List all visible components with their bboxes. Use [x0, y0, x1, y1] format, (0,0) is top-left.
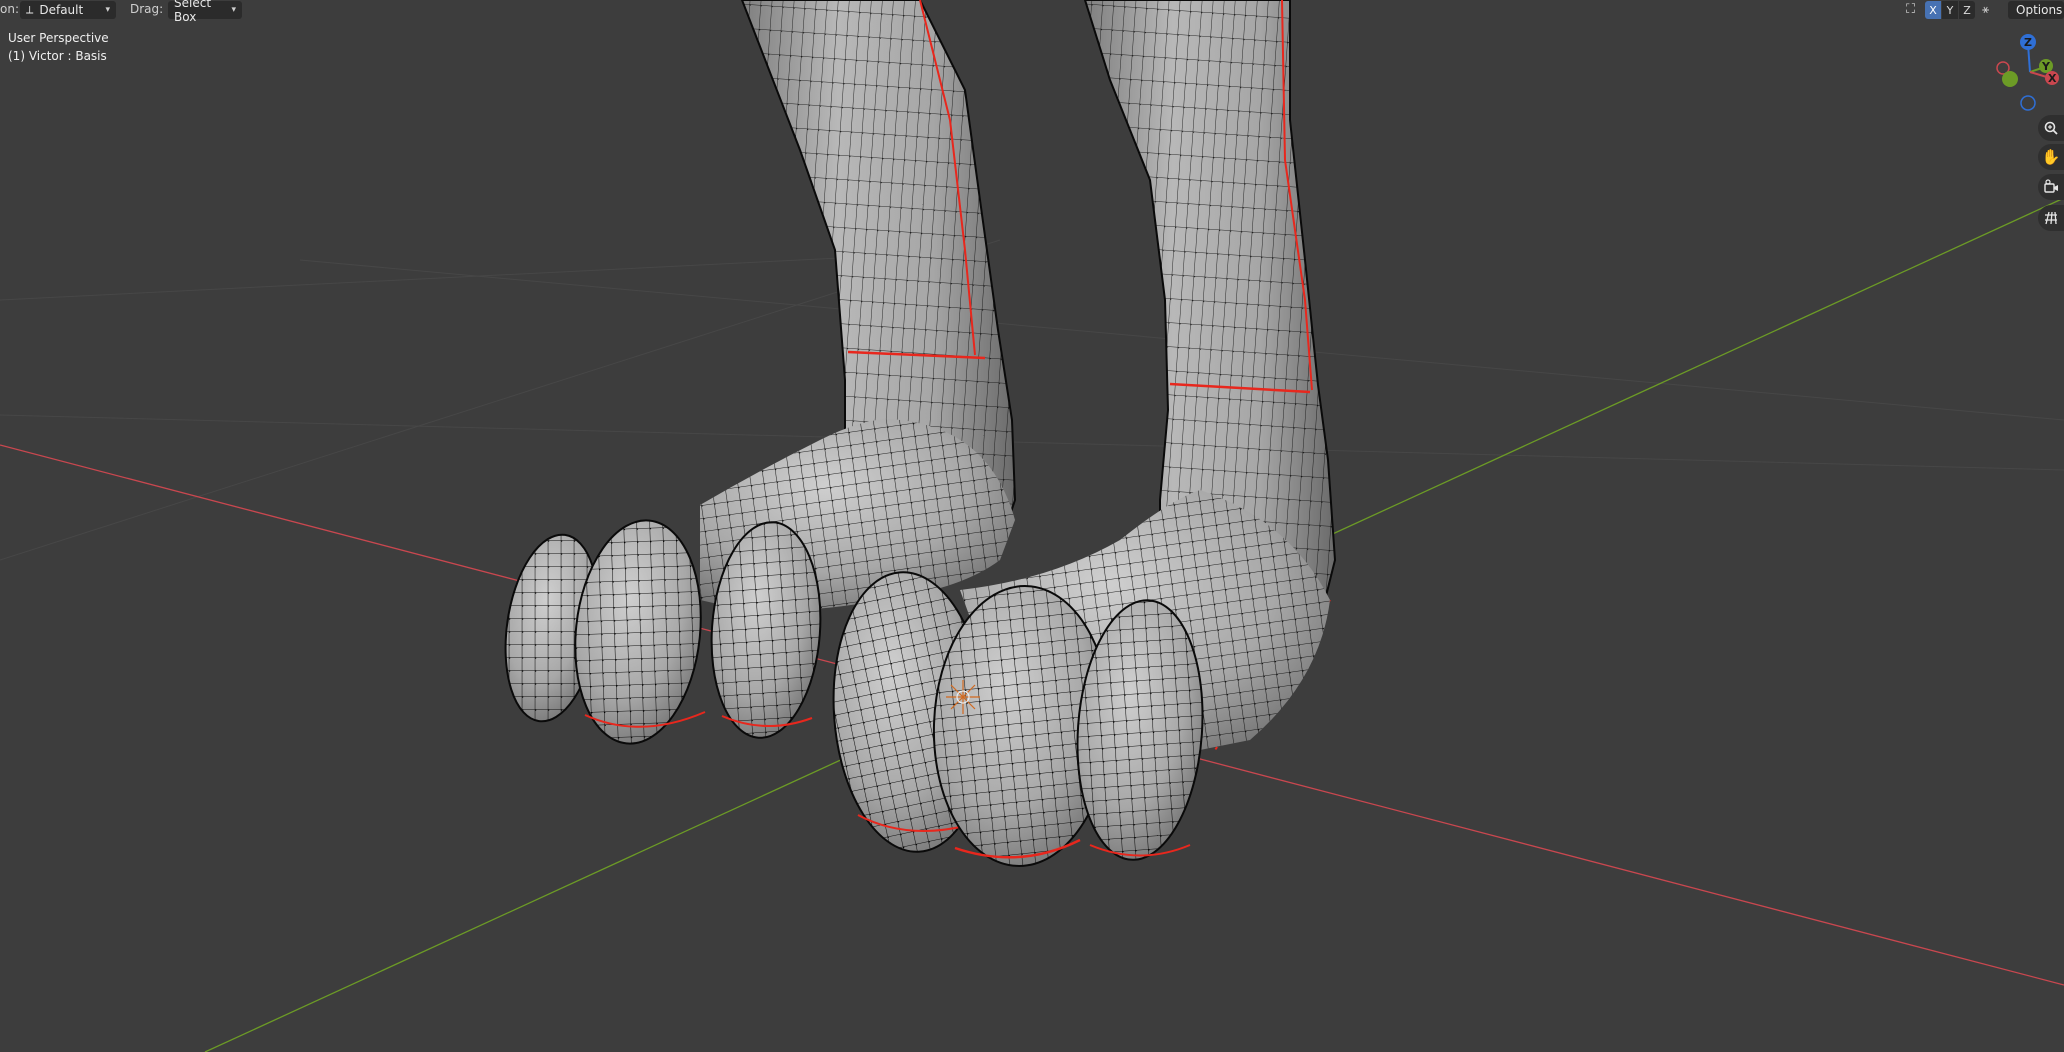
chevron-down-icon: ▾: [231, 5, 236, 15]
hand-pan-icon: ✋: [2041, 148, 2061, 166]
camera-view-icon: [2044, 179, 2058, 193]
orientation-value: Default: [39, 3, 84, 17]
ortho-grid-icon: [2045, 211, 2057, 225]
ortho-toggle-button[interactable]: [2038, 205, 2064, 231]
mirror-settings-icon[interactable]: ⚹: [1982, 2, 1989, 17]
transform-orientation-icon: ⟂: [26, 3, 34, 16]
options-dropdown[interactable]: Options ▾: [2008, 1, 2064, 19]
mirror-z-button[interactable]: Z: [1959, 1, 1975, 19]
drag-dropdown[interactable]: Select Box ▾: [168, 0, 242, 24]
mirror-y-label: Y: [1946, 3, 1954, 17]
viewport-header: on: ⟂ Default ▾ Drag: Select Box ▾ ⛶ X Y…: [0, 0, 2064, 24]
camera-view-button[interactable]: [2038, 174, 2064, 200]
left-toe-2: [574, 519, 706, 745]
gizmo-z-label: Z: [2024, 36, 2032, 49]
zoom-button[interactable]: [2038, 115, 2064, 141]
active-object-label: (1) Victor : Basis: [8, 49, 107, 63]
orientation-dropdown[interactable]: ⟂ Default ▾: [20, 1, 116, 19]
navigation-gizmo[interactable]: Z Y X: [1996, 34, 2059, 111]
drag-label: Drag:: [130, 2, 164, 16]
drag-value: Select Box: [174, 0, 212, 24]
options-label: Options: [2016, 3, 2063, 17]
zoom-icon: [2044, 121, 2058, 135]
chevron-down-icon: ▾: [105, 5, 110, 15]
mirror-x-button[interactable]: X: [1925, 1, 1941, 19]
gizmo-x-label: X: [2048, 72, 2057, 85]
orientation-label: on:: [0, 2, 19, 16]
floor-grid: [0, 239, 2064, 561]
view-perspective-label: User Perspective: [8, 31, 109, 45]
pan-button[interactable]: ✋: [2038, 144, 2064, 170]
3d-cursor-icon[interactable]: [946, 680, 980, 714]
mirror-icon[interactable]: ⛶: [1906, 2, 1915, 17]
mirror-y-button[interactable]: Y: [1942, 1, 1958, 19]
mirror-z-label: Z: [1963, 3, 1971, 17]
mirror-x-label: X: [1929, 3, 1937, 17]
3d-viewport[interactable]: Z Y X: [0, 0, 2064, 1052]
